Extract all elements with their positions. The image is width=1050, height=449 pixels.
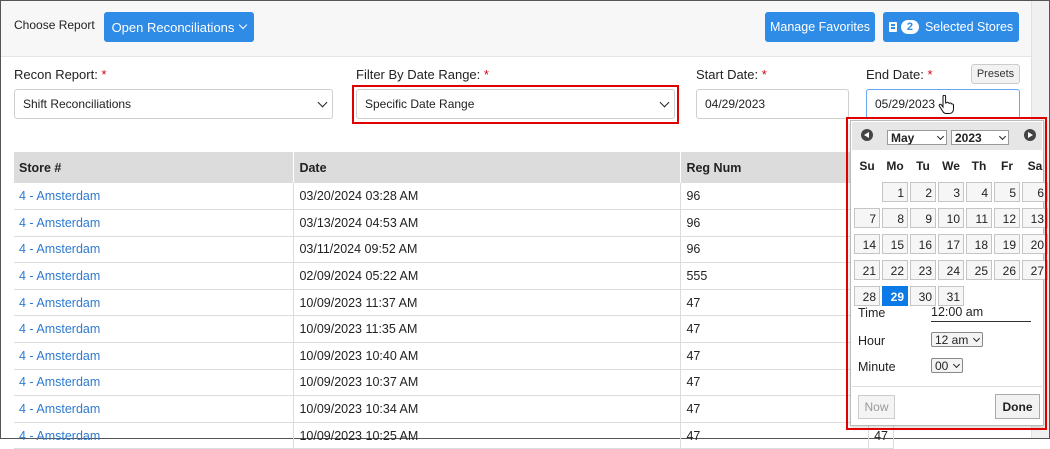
date-cell: 10/09/2023 10:25 AM <box>293 422 682 449</box>
date-cell: 03/20/2024 03:28 AM <box>293 183 682 211</box>
chevron-down-icon <box>317 97 328 107</box>
table-row[interactable]: 4 - Amsterdam 10/09/2023 10:25 AM 47 47 <box>14 422 894 449</box>
date-cell: 10/09/2023 11:37 AM <box>293 289 682 317</box>
date-cell: 03/13/2024 04:53 AM <box>293 209 682 237</box>
store-cell: 4 - Amsterdam <box>14 183 295 211</box>
store-link[interactable]: 4 - Amsterdam <box>19 402 100 416</box>
store-link[interactable]: 4 - Amsterdam <box>19 296 100 310</box>
choose-report-label: Choose Report <box>14 18 95 32</box>
table-row[interactable]: 4 - Amsterdam 10/09/2023 11:37 AM 47 <box>14 289 894 317</box>
store-link[interactable]: 4 - Amsterdam <box>19 242 100 256</box>
table-row[interactable]: 4 - Amsterdam 10/09/2023 11:35 AM 47 <box>14 315 894 344</box>
column-header-reg-num[interactable]: Reg Num <box>680 152 870 183</box>
store-cell: 4 - Amsterdam <box>14 315 295 344</box>
reg-num-cell: 47 <box>680 395 870 423</box>
start-date-input[interactable]: 04/29/2023 <box>696 89 849 119</box>
store-cell: 4 - Amsterdam <box>14 236 295 264</box>
store-cell: 4 - Amsterdam <box>14 289 295 317</box>
store-cell: 4 - Amsterdam <box>14 209 295 237</box>
open-reconciliations-label: Open Reconciliations <box>111 19 235 35</box>
store-cell: 4 - Amsterdam <box>14 262 295 290</box>
selected-stores-count-badge: 2 <box>900 20 919 34</box>
selected-stores-label: Selected Stores <box>924 20 1014 34</box>
manage-favorites-button[interactable]: Manage Favorites <box>765 12 875 42</box>
store-link[interactable]: 4 - Amsterdam <box>19 189 100 203</box>
date-cell: 02/09/2024 05:22 AM <box>293 262 682 290</box>
table-row[interactable]: 4 - Amsterdam 10/09/2023 10:37 AM 47 <box>14 369 894 397</box>
recon-report-value: Shift Reconciliations <box>23 97 132 111</box>
end-date-label: End Date: * <box>866 67 933 82</box>
recon-report-label: Recon Report: * <box>14 67 107 82</box>
store-cell: 4 - Amsterdam <box>14 342 295 370</box>
reg-num-cell: 47 <box>680 289 870 317</box>
table-row[interactable]: 4 - Amsterdam 10/09/2023 10:34 AM 47 <box>14 395 894 423</box>
table-row[interactable]: 4 - Amsterdam 03/13/2024 04:53 AM 96 <box>14 209 894 237</box>
date-cell: 03/11/2024 09:52 AM <box>293 236 682 264</box>
column-header-date[interactable]: Date <box>293 152 682 183</box>
reg-num-cell: 555 <box>680 262 870 290</box>
table-row[interactable]: 4 - Amsterdam 03/20/2024 03:28 AM 96 <box>14 183 894 211</box>
filter-date-range-label: Filter By Date Range: * <box>356 67 489 82</box>
start-date-label: Start Date: * <box>696 67 767 82</box>
store-link[interactable]: 4 - Amsterdam <box>19 216 100 230</box>
store-cell: 4 - Amsterdam <box>14 369 295 397</box>
table-row[interactable]: 4 - Amsterdam 02/09/2024 05:22 AM 555 <box>14 262 894 290</box>
table-header-row: Store # Date Reg Num <box>14 152 894 183</box>
table-row[interactable]: 4 - Amsterdam 03/11/2024 09:52 AM 96 <box>14 236 894 264</box>
highlight-box-filter <box>352 85 679 124</box>
column-header-store[interactable]: Store # <box>14 152 295 183</box>
store-link[interactable]: 4 - Amsterdam <box>19 349 100 363</box>
hand-pointer-cursor-icon <box>938 95 954 114</box>
store-cell: 4 - Amsterdam <box>14 395 295 423</box>
store-cell: 4 - Amsterdam <box>14 422 295 449</box>
date-cell: 10/09/2023 10:40 AM <box>293 342 682 370</box>
reg-num-cell: 96 <box>680 183 870 211</box>
store-link[interactable]: 4 - Amsterdam <box>19 429 100 443</box>
store-link[interactable]: 4 - Amsterdam <box>19 375 100 389</box>
reg-num-cell: 47 <box>680 342 870 370</box>
open-reconciliations-button[interactable]: Open Reconciliations <box>104 12 254 42</box>
chevron-down-icon <box>239 20 248 30</box>
reg-num-cell: 47 <box>680 369 870 397</box>
table-row[interactable]: 4 - Amsterdam 10/09/2023 10:40 AM 47 <box>14 342 894 370</box>
store-link[interactable]: 4 - Amsterdam <box>19 269 100 283</box>
date-cell: 10/09/2023 10:34 AM <box>293 395 682 423</box>
highlight-box-datepicker <box>846 117 1047 430</box>
reg-num-cell: 47 <box>680 315 870 344</box>
reg-num-cell: 96 <box>680 209 870 237</box>
presets-button[interactable]: Presets <box>971 64 1020 84</box>
reg-num-cell: 47 <box>680 422 870 449</box>
store-icon <box>888 22 897 32</box>
store-link[interactable]: 4 - Amsterdam <box>19 322 100 336</box>
reg-num-cell: 96 <box>680 236 870 264</box>
date-cell: 10/09/2023 10:37 AM <box>293 369 682 397</box>
reconciliations-table: Store # Date Reg Num 4 - Amsterdam 03/20/… <box>14 152 894 449</box>
date-cell: 10/09/2023 11:35 AM <box>293 315 682 344</box>
recon-report-select[interactable]: Shift Reconciliations <box>14 89 333 119</box>
selected-stores-button[interactable]: 2 Selected Stores <box>883 12 1019 42</box>
